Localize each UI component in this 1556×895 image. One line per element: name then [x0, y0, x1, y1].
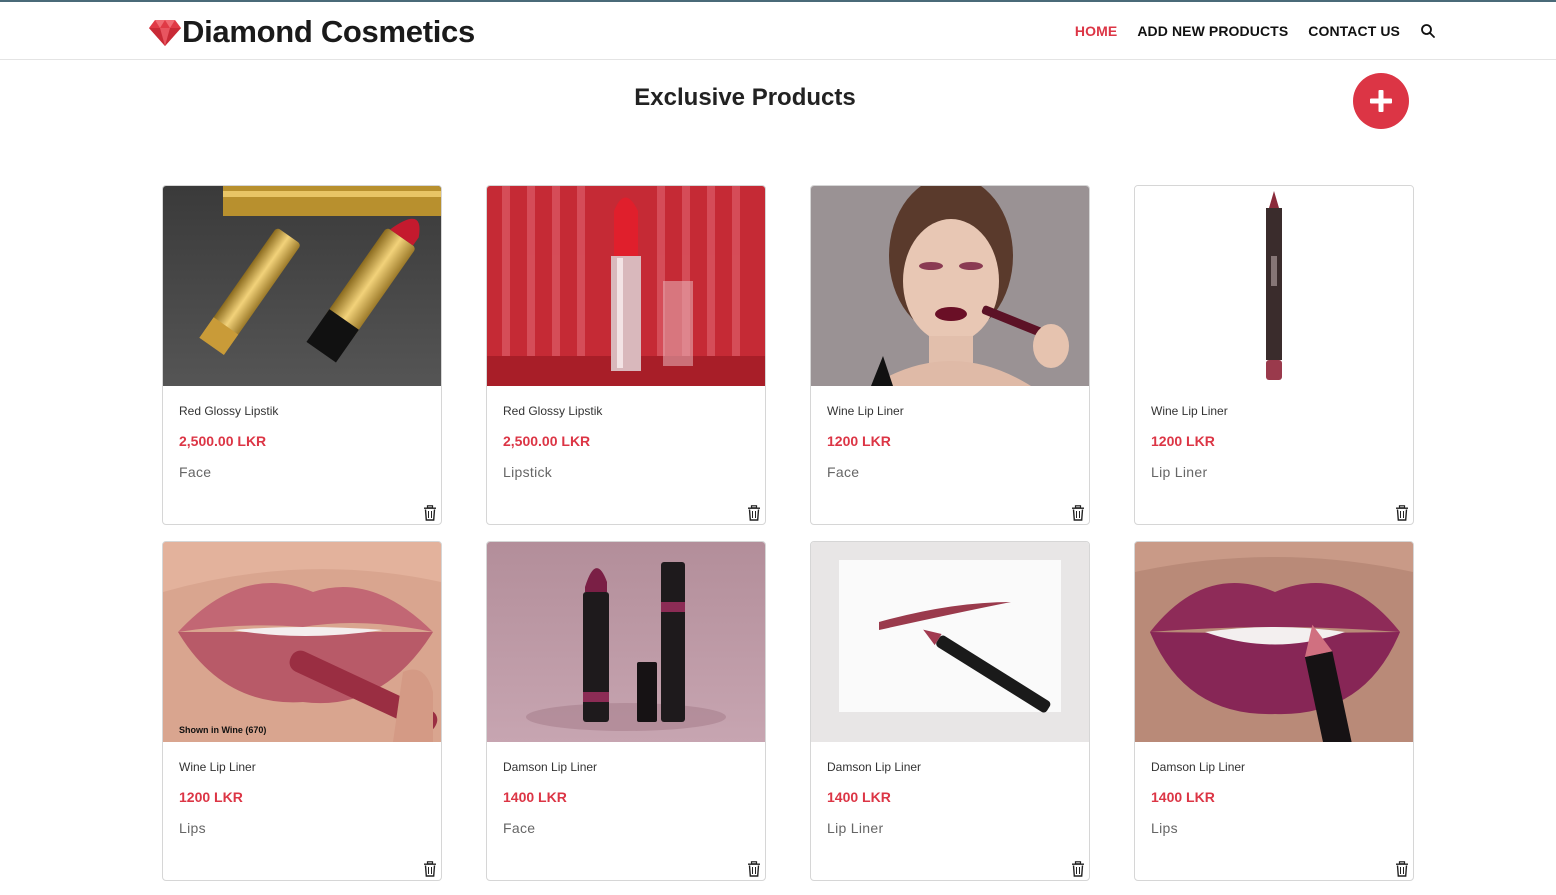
nav-contact-us[interactable]: CONTACT US	[1308, 23, 1400, 39]
product-card[interactable]: Damson Lip Liner 1400 LKR Face	[486, 541, 766, 881]
product-grid: Red Glossy Lipstik 2,500.00 LKR Face Red…	[162, 185, 1414, 881]
product-category: Lips	[179, 820, 206, 836]
product-price: 1400 LKR	[1151, 789, 1215, 805]
product-name: Wine Lip Liner	[827, 404, 904, 418]
product-image	[811, 542, 1089, 742]
product-name: Red Glossy Lipstik	[179, 404, 279, 418]
product-card[interactable]: Red Glossy Lipstik 2,500.00 LKR Lipstick	[486, 185, 766, 525]
product-image	[487, 542, 765, 742]
product-category: Face	[827, 464, 860, 480]
product-category: Face	[179, 464, 212, 480]
trash-icon[interactable]	[1395, 861, 1409, 877]
product-price: 1200 LKR	[827, 433, 891, 449]
product-card[interactable]: Shown in Wine (670) Wine Lip Liner 1200 …	[162, 541, 442, 881]
product-name: Damson Lip Liner	[503, 760, 598, 774]
product-category: Lip Liner	[827, 820, 884, 836]
page-title: Exclusive Products	[634, 84, 856, 111]
product-card[interactable]: Wine Lip Liner 1200 LKR Lip Liner	[1134, 185, 1414, 525]
product-image	[1135, 542, 1413, 742]
plus-icon	[1370, 90, 1392, 112]
image-caption: Shown in Wine (670)	[179, 725, 266, 735]
trash-icon[interactable]	[1395, 505, 1409, 521]
product-card[interactable]: Red Glossy Lipstik 2,500.00 LKR Face	[162, 185, 442, 525]
trash-icon[interactable]	[423, 861, 437, 877]
product-price: 1200 LKR	[179, 789, 243, 805]
navbar: Diamond Cosmetics HOME ADD NEW PRODUCTS …	[0, 2, 1556, 60]
product-price: 1400 LKR	[503, 789, 567, 805]
product-name: Wine Lip Liner	[179, 760, 256, 774]
product-category: Lipstick	[503, 464, 553, 480]
product-price: 2,500.00 LKR	[179, 433, 267, 449]
product-card[interactable]: Damson Lip Liner 1400 LKR Lip Liner	[810, 541, 1090, 881]
trash-icon[interactable]	[423, 505, 437, 521]
search-icon[interactable]	[1420, 23, 1436, 39]
product-category: Lips	[1151, 820, 1178, 836]
product-category: Lip Liner	[1151, 464, 1208, 480]
product-image	[163, 186, 441, 386]
trash-icon[interactable]	[747, 861, 761, 877]
product-image	[811, 186, 1089, 386]
product-name: Red Glossy Lipstik	[503, 404, 603, 418]
product-name: Wine Lip Liner	[1151, 404, 1228, 418]
diamond-icon	[149, 20, 181, 46]
product-price: 2,500.00 LKR	[503, 433, 591, 449]
trash-icon[interactable]	[747, 505, 761, 521]
product-price: 1200 LKR	[1151, 433, 1215, 449]
product-card[interactable]: Damson Lip Liner 1400 LKR Lips	[1134, 541, 1414, 881]
product-name: Damson Lip Liner	[827, 760, 922, 774]
product-image: Shown in Wine (670)	[163, 542, 441, 742]
product-image	[487, 186, 765, 386]
brand[interactable]: Diamond Cosmetics	[148, 12, 475, 52]
product-category: Face	[503, 820, 536, 836]
product-image	[1135, 186, 1413, 386]
trash-icon[interactable]	[1071, 861, 1085, 877]
nav-add-new-products[interactable]: ADD NEW PRODUCTS	[1137, 23, 1288, 39]
product-name: Damson Lip Liner	[1151, 760, 1246, 774]
product-card[interactable]: Wine Lip Liner 1200 LKR Face	[810, 185, 1090, 525]
add-product-button[interactable]	[1353, 73, 1409, 129]
main-nav: HOME ADD NEW PRODUCTS CONTACT US	[1055, 2, 1436, 60]
nav-home[interactable]: HOME	[1075, 23, 1117, 39]
trash-icon[interactable]	[1071, 505, 1085, 521]
brand-name: Diamond Cosmetics	[182, 14, 475, 49]
product-price: 1400 LKR	[827, 789, 891, 805]
